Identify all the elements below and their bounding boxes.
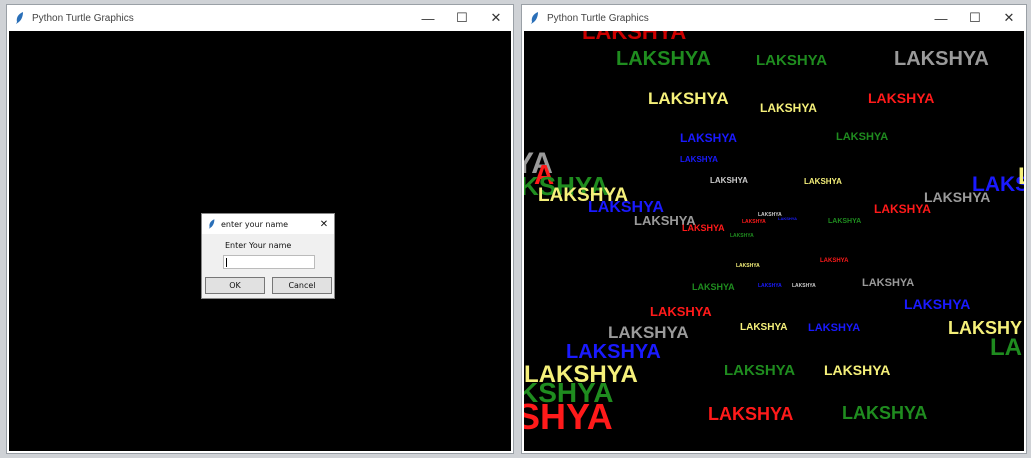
spiral-word: LAKSHYA bbox=[582, 31, 687, 44]
name-input-dialog: enter your name ✕ Enter Your name OK Can… bbox=[201, 213, 335, 299]
dialog-title: enter your name bbox=[221, 219, 289, 229]
spiral-word: LAKSHYA bbox=[756, 52, 828, 69]
spiral-word: SHYA bbox=[524, 396, 613, 437]
turtle-canvas: enter your name ✕ Enter Your name OK Can… bbox=[9, 31, 511, 451]
spiral-word: LAKSHYA bbox=[710, 176, 748, 185]
text-caret bbox=[226, 258, 227, 267]
spiral-word: LAKSHYA bbox=[648, 89, 729, 108]
spiral-word: LAKSHYA bbox=[808, 322, 861, 334]
spiral-word: LAKSHYA bbox=[904, 296, 971, 312]
dialog-title-bar[interactable]: enter your name ✕ bbox=[202, 214, 334, 234]
spiral-word: LAKSHYA bbox=[566, 341, 661, 363]
close-button[interactable]: ✕ bbox=[479, 5, 513, 31]
ok-button[interactable]: OK bbox=[205, 277, 265, 294]
spiral-word: LAKSHYA bbox=[650, 304, 712, 319]
spiral-word: LAKSHYA bbox=[868, 90, 935, 106]
spiral-word: LAKSHYA bbox=[758, 283, 782, 289]
spiral-word: LAKSHYA bbox=[842, 403, 928, 423]
spiral-word: LAKSHYA bbox=[680, 131, 737, 145]
spiral-word: LAKSHYA bbox=[862, 277, 915, 289]
cancel-button[interactable]: Cancel bbox=[272, 277, 332, 294]
spiral-word: LAKSHYA bbox=[874, 202, 931, 216]
spiral-word: LAKSHYA bbox=[736, 263, 760, 269]
spiral-word: LAKSHYA bbox=[778, 216, 797, 221]
feather-icon bbox=[528, 11, 542, 25]
left-turtle-window: Python Turtle Graphics — ☐ ✕ enter your … bbox=[6, 4, 514, 454]
spiral-word: LAKSHYA bbox=[836, 131, 889, 143]
spiral-word: LAKSHYA bbox=[828, 218, 862, 225]
spiral-word: LAKSHYA bbox=[740, 322, 788, 333]
spiral-word: LAKSHYA bbox=[730, 233, 754, 239]
spiral-word: LAKSHYA bbox=[724, 362, 796, 379]
spiral-word: LAKSHYA bbox=[824, 362, 891, 378]
window-title: Python Turtle Graphics bbox=[32, 12, 134, 24]
feather-icon bbox=[13, 11, 27, 25]
spiral-word: LAKSHYA bbox=[680, 155, 718, 164]
close-button[interactable]: ✕ bbox=[992, 5, 1026, 31]
minimize-button[interactable]: — bbox=[411, 5, 445, 31]
dialog-close-button[interactable]: ✕ bbox=[314, 219, 334, 230]
spiral-word: LAKSHYA bbox=[608, 323, 689, 342]
spiral-word: LAKSHYA bbox=[692, 282, 735, 292]
spiral-word: LAKSHYA bbox=[742, 219, 766, 225]
maximize-button[interactable]: ☐ bbox=[445, 5, 479, 31]
dialog-prompt-label: Enter Your name bbox=[225, 241, 292, 250]
name-input[interactable] bbox=[223, 255, 315, 269]
turtle-canvas: LAKSHYA LAKSHYA LAKSHYA LAKSHYA LAKSHYA LAKSH… bbox=[524, 31, 1024, 451]
spiral-word: LAKSHYA bbox=[804, 177, 842, 186]
spiral-word: LAKSHYA bbox=[820, 258, 849, 264]
spiral-word: LAKSHYA bbox=[894, 48, 989, 70]
spiral-word: LAKSHYA bbox=[924, 189, 991, 205]
window-title: Python Turtle Graphics bbox=[547, 12, 649, 24]
left-title-bar[interactable]: Python Turtle Graphics — ☐ ✕ bbox=[7, 5, 513, 31]
spiral-word: LAKSHYA bbox=[708, 404, 794, 424]
right-title-bar[interactable]: Python Turtle Graphics — ☐ ✕ bbox=[522, 5, 1026, 31]
spiral-word: LA bbox=[990, 334, 1022, 361]
maximize-button[interactable]: ☐ bbox=[958, 5, 992, 31]
right-turtle-window: Python Turtle Graphics — ☐ ✕ LAKSHYA LAKS… bbox=[521, 4, 1027, 454]
spiral-word: LAKSHYA bbox=[616, 48, 711, 70]
spiral-word: LAKSHYA bbox=[792, 283, 816, 289]
feather-icon bbox=[207, 219, 217, 229]
spiral-word: LAKSHYA bbox=[682, 223, 725, 233]
spiral-word: LAKSHYA bbox=[760, 101, 817, 115]
minimize-button[interactable]: — bbox=[924, 5, 958, 31]
spiral-word: L bbox=[1018, 165, 1024, 189]
